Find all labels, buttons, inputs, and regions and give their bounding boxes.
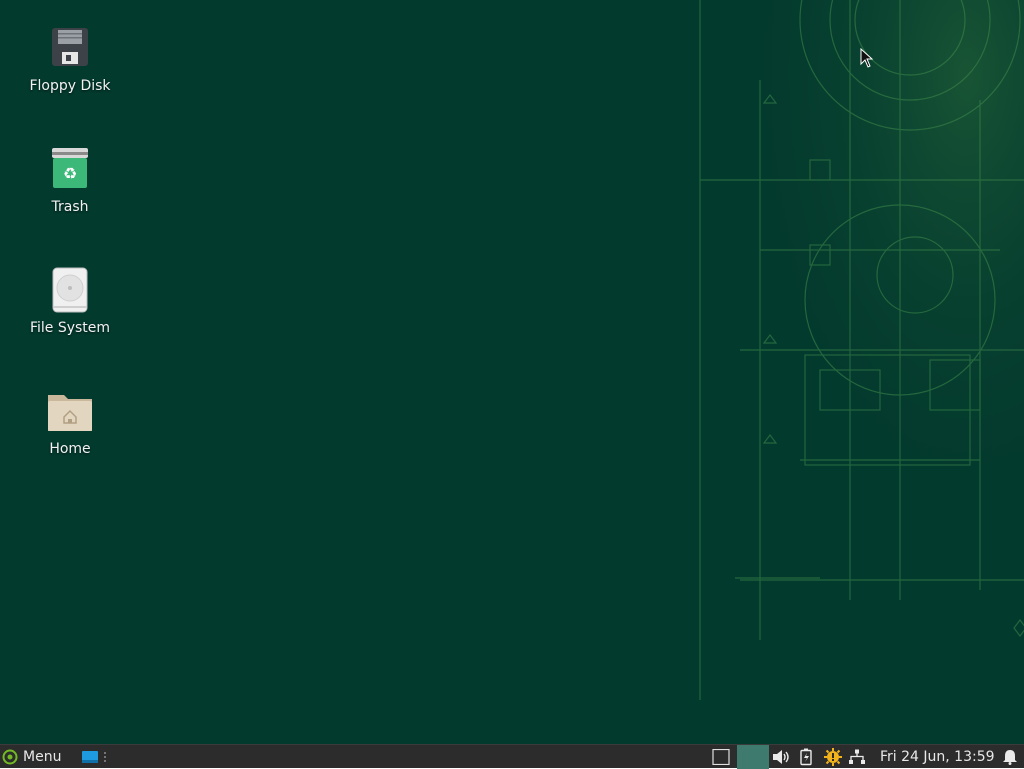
desktop-icon-label: File System xyxy=(29,320,111,336)
volume-icon xyxy=(773,750,789,764)
hard-drive-icon xyxy=(52,267,88,313)
window-outline-icon xyxy=(712,749,730,765)
desktop-icon-floppy-disk[interactable]: Floppy Disk xyxy=(10,24,130,94)
notifications-icon xyxy=(1003,750,1017,765)
taskbar: Menu Fri 24 Jun, 13:59 xyxy=(0,744,1024,769)
opensuse-logo-icon xyxy=(2,749,18,765)
svg-text:♻: ♻ xyxy=(63,164,77,183)
desktop-icon-home[interactable]: Home xyxy=(10,387,130,457)
workspace-switcher[interactable] xyxy=(737,745,769,769)
desktop-icon-trash[interactable]: ♻ Trash xyxy=(10,145,130,215)
show-desktop-button[interactable] xyxy=(80,745,108,769)
volume-button[interactable] xyxy=(772,745,790,769)
network-button[interactable] xyxy=(848,745,866,769)
clock[interactable]: Fri 24 Jun, 13:59 xyxy=(880,745,995,769)
menu-label: Menu xyxy=(23,749,62,765)
menu-button[interactable]: Menu xyxy=(2,745,61,769)
updates-icon xyxy=(824,748,842,766)
desktop-icon-label: Trash xyxy=(51,199,89,215)
desktop: Floppy Disk ♻ Trash File System Home xyxy=(0,0,1024,744)
floppy-disk-icon xyxy=(52,28,88,66)
desktop-icon-file-system[interactable]: File System xyxy=(10,266,130,336)
show-desktop-icon xyxy=(82,751,106,763)
updates-button[interactable] xyxy=(824,745,842,769)
window-list-button[interactable] xyxy=(712,745,730,769)
notifications-button[interactable] xyxy=(1002,745,1018,769)
desktop-icon-label: Floppy Disk xyxy=(29,78,111,94)
power-button[interactable] xyxy=(799,745,813,769)
mouse-pointer-icon xyxy=(860,48,874,68)
wallpaper-blueprint-art xyxy=(0,0,1024,744)
network-icon xyxy=(849,749,865,764)
home-folder-icon xyxy=(48,395,92,431)
battery-icon xyxy=(800,748,812,766)
trash-icon: ♻ xyxy=(52,148,88,188)
desktop-icon-label: Home xyxy=(49,441,91,457)
